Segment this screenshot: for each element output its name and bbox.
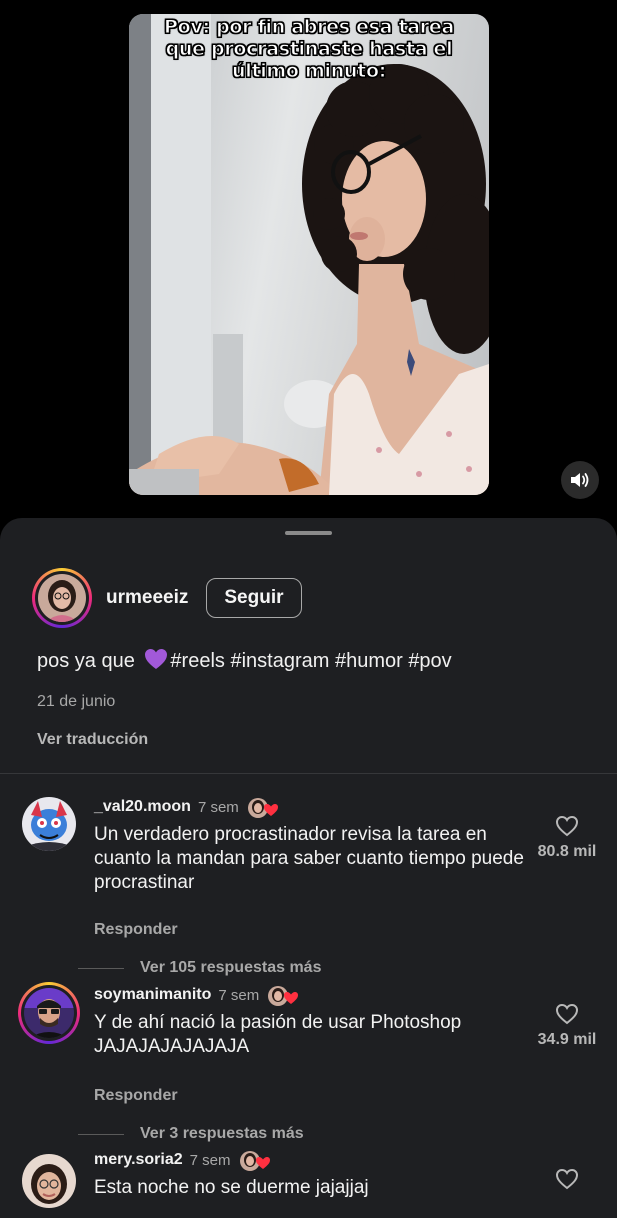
view-replies-button[interactable]: Ver 3 respuestas más <box>78 1125 304 1143</box>
video-overlay-text: Pov: por fin abres esa tarea que procras… <box>164 16 455 83</box>
comment-username[interactable]: _val20.moon <box>94 798 191 816</box>
like-count: 80.8 mil <box>537 843 597 860</box>
reel-video-area[interactable]: Pov: por fin abres esa tarea que procras… <box>0 0 617 520</box>
heart-outline-icon[interactable] <box>555 1003 579 1025</box>
heart-outline-icon[interactable] <box>555 1168 579 1190</box>
like-count: 34.9 mil <box>537 1031 597 1048</box>
author-liked-icon <box>268 986 299 1006</box>
comment-like <box>527 1168 607 1190</box>
comment-header: _val20.moon 7 sem <box>94 797 278 818</box>
liked-by-author-badge <box>267 985 299 1006</box>
comment-avatar[interactable] <box>18 982 80 1044</box>
replies-divider-line <box>78 967 124 969</box>
comment-header: mery.soria2 7 sem <box>94 1150 270 1171</box>
comment-time: 7 sem <box>189 1151 231 1169</box>
author-username[interactable]: urmeeeiz <box>106 587 188 609</box>
author-liked-icon <box>239 1151 270 1171</box>
view-replies-label[interactable]: Ver 105 respuestas más <box>140 959 321 977</box>
heart-outline-icon[interactable] <box>555 815 579 837</box>
volume-button[interactable] <box>561 461 599 499</box>
comment-username[interactable]: mery.soria2 <box>94 1151 183 1169</box>
view-replies-label[interactable]: Ver 3 respuestas más <box>140 1125 304 1143</box>
comment-time: 7 sem <box>218 986 260 1004</box>
author-avatar[interactable] <box>32 568 92 628</box>
caption-hashtags[interactable]: #reels #instagram #humor #pov <box>170 650 451 672</box>
reply-button[interactable]: Responder <box>94 921 178 939</box>
comment-like: 80.8 mil <box>527 815 607 861</box>
sheet-drag-handle[interactable] <box>285 531 332 535</box>
comment-text: Un verdadero procrastinador revisa la ta… <box>94 824 524 893</box>
reel-video[interactable]: Pov: por fin abres esa tarea que procras… <box>129 14 489 495</box>
caption-text: pos ya que <box>37 650 135 672</box>
post-caption: pos ya que #reels #instagram #humor #pov <box>37 648 452 673</box>
avatar-photo <box>22 797 76 851</box>
replies-divider-line <box>78 1133 124 1135</box>
comment-text: Esta noche no se duerme jajajjaj <box>94 1177 369 1198</box>
comment-username[interactable]: soymanimanito <box>94 986 211 1004</box>
post-author-row: urmeeeiz Seguir <box>32 568 302 628</box>
comment-time: 7 sem <box>197 798 239 816</box>
follow-button[interactable]: Seguir <box>206 578 302 618</box>
avatar-photo <box>24 988 74 1038</box>
liked-by-author-badge <box>239 1150 270 1171</box>
author-liked-icon <box>247 798 278 818</box>
view-replies-button[interactable]: Ver 105 respuestas más <box>78 959 321 977</box>
reply-button[interactable]: Responder <box>94 1087 178 1105</box>
video-scene-image <box>129 14 489 495</box>
comment-like: 34.9 mil <box>527 1003 607 1049</box>
divider <box>0 773 617 774</box>
comment-header: soymanimanito 7 sem <box>94 985 299 1006</box>
purple-heart-icon <box>145 649 168 669</box>
comments-sheet: urmeeeiz Seguir pos ya que #reels #insta… <box>0 518 617 1218</box>
comment-text: Y de ahí nació la pasión de usar Photosh… <box>94 1012 462 1057</box>
speaker-icon <box>571 473 589 487</box>
see-translation-link[interactable]: Ver traducción <box>37 731 148 749</box>
avatar-photo <box>38 574 86 622</box>
post-date: 21 de junio <box>37 693 116 710</box>
comment-avatar[interactable] <box>22 797 76 851</box>
liked-by-author-badge <box>247 797 278 818</box>
